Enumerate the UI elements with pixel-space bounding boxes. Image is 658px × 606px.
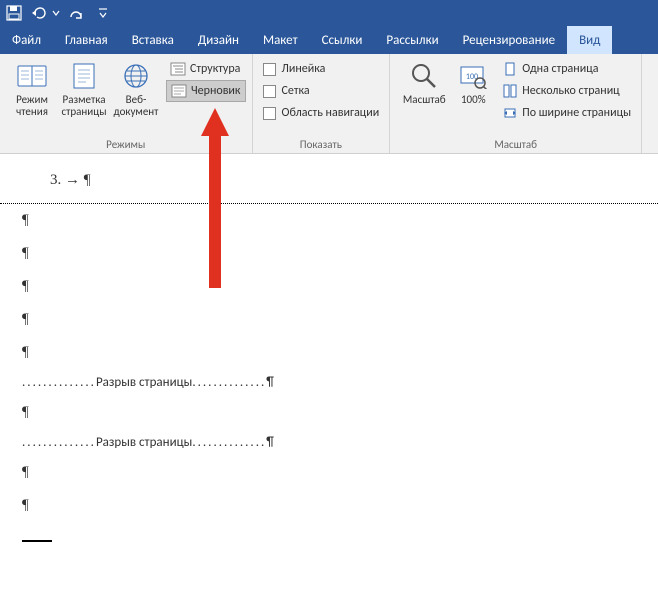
group-show: Линейка Сетка Область навигации Показать	[253, 54, 391, 153]
checkbox-icon	[263, 85, 276, 98]
gridlines-checkbox[interactable]: Сетка	[259, 80, 384, 102]
page-break-1: .............. Разрыв страницы .........…	[0, 369, 658, 396]
document-area[interactable]: 3. → ¶ ¶¶¶¶¶ .............. Разрыв стран…	[0, 154, 658, 542]
tab-view[interactable]: Вид	[567, 26, 612, 54]
reading-mode-button[interactable]: Режим чтения	[6, 58, 58, 118]
save-icon[interactable]	[6, 5, 22, 21]
web-layout-label: Веб- документ	[114, 94, 159, 118]
tab-references[interactable]: Ссылки	[310, 26, 375, 54]
outline-icon	[170, 61, 186, 77]
paragraph-mark: ¶	[0, 303, 658, 336]
print-layout-icon	[68, 60, 100, 92]
zoom100-button[interactable]: 100 100%	[452, 58, 494, 106]
reading-mode-icon	[16, 60, 48, 92]
multi-page-icon	[502, 83, 518, 99]
group-views-caption: Режимы	[6, 136, 246, 151]
page-break-dots: ..............	[22, 435, 96, 450]
outline-label: Структура	[190, 62, 240, 76]
print-layout-button[interactable]: Разметка страницы	[58, 58, 110, 118]
redo-icon[interactable]	[68, 6, 84, 20]
tab-layout[interactable]: Макет	[251, 26, 310, 54]
para-mark: ¶	[266, 435, 274, 450]
tab-home[interactable]: Главная	[53, 26, 120, 54]
one-page-icon	[502, 61, 518, 77]
multi-page-label: Несколько страниц	[522, 84, 619, 98]
tab-design[interactable]: Дизайн	[186, 26, 251, 54]
draft-icon	[171, 83, 187, 99]
zoom100-label: 100%	[461, 94, 486, 106]
page-break-dots: ..............	[22, 375, 96, 390]
tab-review[interactable]: Рецензирование	[451, 26, 567, 54]
customize-qat-icon[interactable]	[98, 7, 108, 19]
paragraph-mark: ¶	[0, 237, 658, 270]
zoom-button[interactable]: Масштаб	[396, 58, 452, 106]
navpane-label: Область навигации	[282, 106, 380, 120]
undo-icon[interactable]	[30, 6, 48, 20]
tab-mailings[interactable]: Рассылки	[374, 26, 450, 54]
group-show-caption: Показать	[259, 136, 384, 151]
checkbox-icon	[263, 63, 276, 76]
multi-page-button[interactable]: Несколько страниц	[498, 80, 635, 102]
checkbox-icon	[263, 107, 276, 120]
paragraph-mark: ¶	[0, 204, 658, 237]
group-zoom-caption: Масштаб	[396, 136, 635, 151]
page-break-dots: ..............	[192, 375, 266, 390]
zoom100-icon: 100	[457, 60, 489, 92]
paragraph-mark: ¶	[0, 270, 658, 303]
draft-label: Черновик	[191, 84, 241, 98]
page-width-button[interactable]: По ширине страницы	[498, 102, 635, 124]
undo-dropdown-icon[interactable]	[52, 9, 60, 17]
ruler-checkbox[interactable]: Линейка	[259, 58, 384, 80]
tab-insert[interactable]: Вставка	[120, 26, 186, 54]
menu-bar: Файл Главная Вставка Дизайн Макет Ссылки…	[0, 26, 658, 54]
navpane-checkbox[interactable]: Область навигации	[259, 102, 384, 124]
footer-separator	[22, 540, 52, 542]
tab-file[interactable]: Файл	[0, 26, 53, 54]
paragraph-mark: ¶	[0, 396, 658, 429]
page-break-dots: ..............	[192, 435, 266, 450]
page-break-2: .............. Разрыв страницы .........…	[0, 429, 658, 456]
outline-button[interactable]: Структура	[166, 58, 246, 80]
quick-access-toolbar	[0, 0, 658, 26]
draft-button[interactable]: Черновик	[166, 80, 246, 102]
para-mark: ¶	[266, 375, 274, 390]
one-page-label: Одна страница	[522, 62, 598, 76]
zoom-icon	[408, 60, 440, 92]
zoom-label: Масштаб	[403, 94, 446, 106]
doc-first-line: 3. → ¶	[0, 166, 658, 195]
page-width-label: По ширине страницы	[522, 106, 631, 120]
gridlines-label: Сетка	[282, 84, 310, 98]
ribbon: Режим чтения Разметка страницы Веб- доку…	[0, 54, 658, 154]
paragraph-mark: ¶	[0, 336, 658, 369]
page-width-icon	[502, 105, 518, 121]
paragraph-mark: ¶	[0, 489, 658, 522]
print-layout-label: Разметка страницы	[61, 94, 106, 118]
group-zoom: Масштаб 100 100% Одна страница Несколько…	[390, 54, 642, 153]
web-layout-icon	[120, 60, 152, 92]
reading-mode-label: Режим чтения	[16, 94, 48, 118]
group-views: Режим чтения Разметка страницы Веб- доку…	[0, 54, 253, 153]
web-layout-button[interactable]: Веб- документ	[110, 58, 162, 118]
paragraph-mark: ¶	[0, 456, 658, 489]
page-break-label: Разрыв страницы	[96, 435, 192, 450]
ruler-label: Линейка	[282, 62, 326, 76]
page-break-label: Разрыв страницы	[96, 375, 192, 390]
one-page-button[interactable]: Одна страница	[498, 58, 635, 80]
